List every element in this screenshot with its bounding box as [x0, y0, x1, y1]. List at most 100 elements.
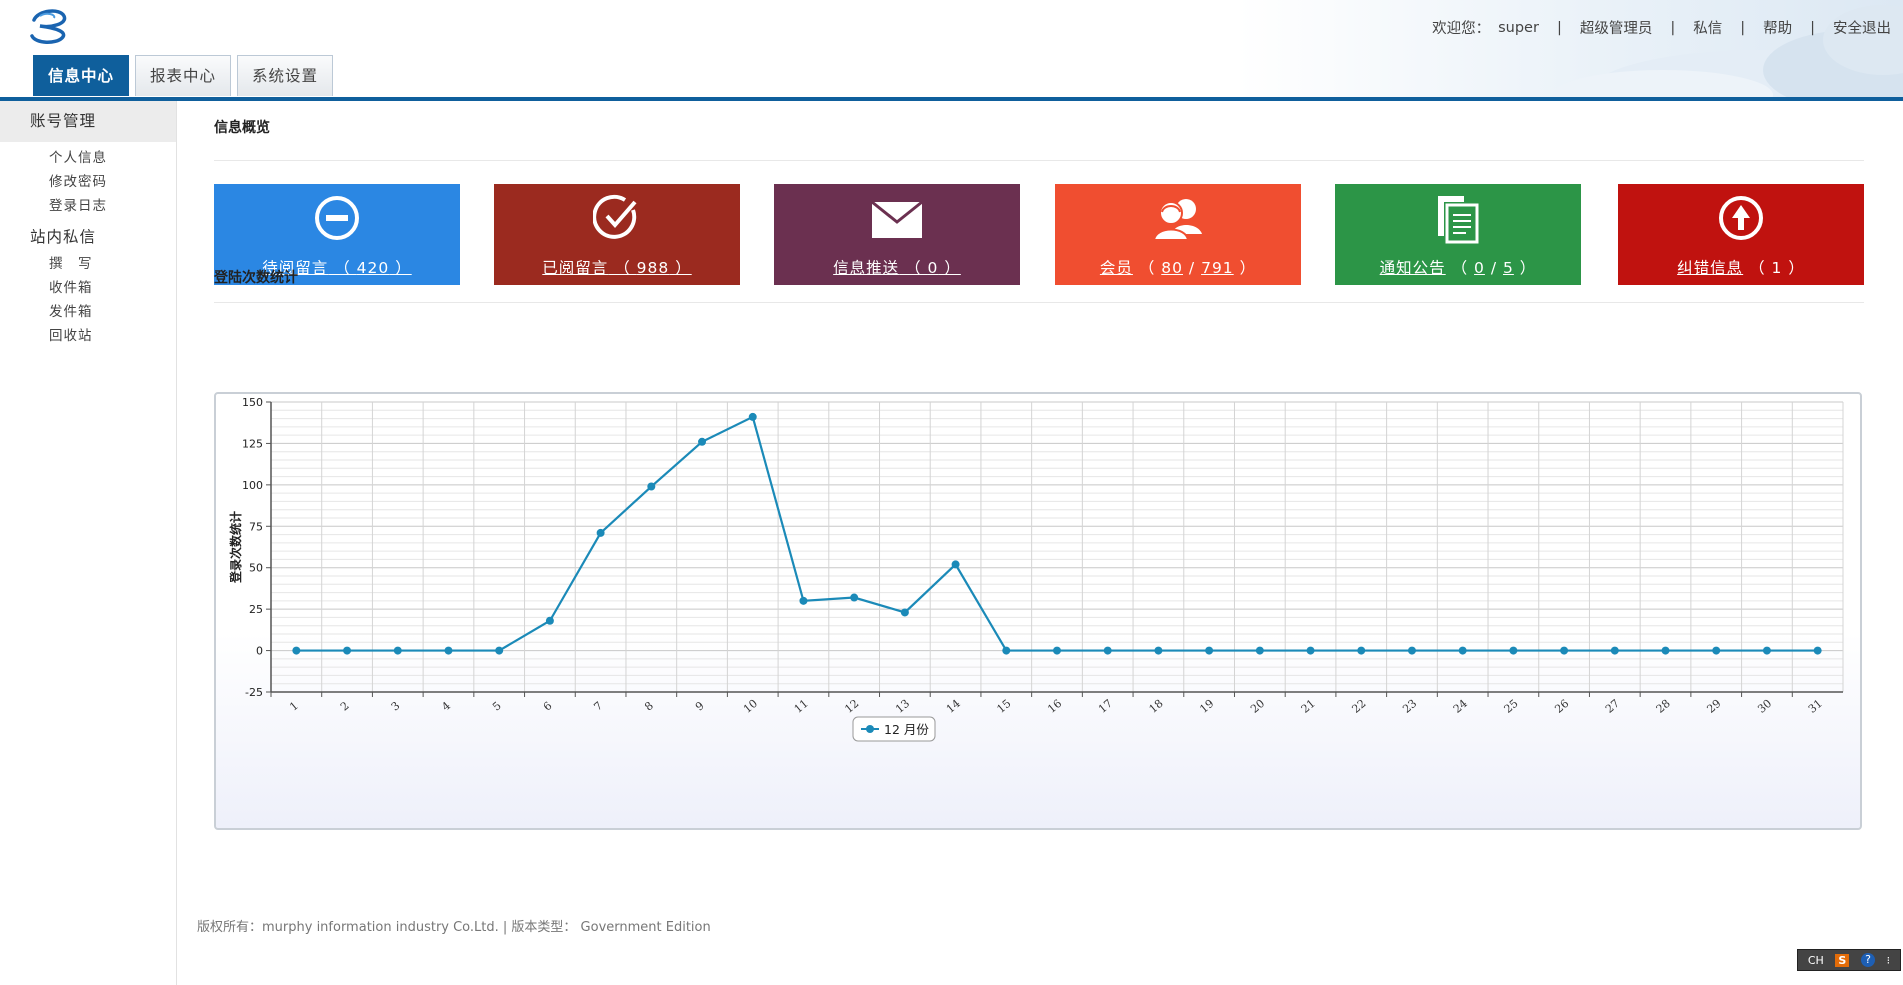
card-count: 420 [356, 259, 390, 277]
card-label: 通知公告 [1379, 259, 1446, 277]
ime-toolbar[interactable]: CH S ? ⁝ [1797, 949, 1901, 971]
legend-marker [866, 725, 874, 733]
data-point [1610, 646, 1619, 655]
data-point [1560, 646, 1569, 655]
main-content: 信息概览 待阅留言 （ 420 ） 已阅留言 （ 988 ） 信息推送 （ 0 [177, 101, 1903, 985]
check-circle-icon [593, 194, 637, 239]
sogou-icon[interactable]: S [1835, 953, 1850, 967]
y-tick-label: -25 [245, 686, 263, 699]
card-count-a: 0 [1474, 259, 1485, 277]
x-tick-label: 10 [741, 697, 760, 716]
data-point [951, 560, 960, 569]
header: 欢迎您： super | 超级管理员 | 私信 | 帮助 | 安全退出 信息中心… [0, 0, 1903, 97]
overview-divider [214, 160, 1864, 161]
up-arrow-circle-icon [1719, 196, 1763, 240]
data-point [1306, 646, 1315, 655]
login-stats-title: 登陆次数统计 [214, 270, 298, 286]
sidebar-group-messages[interactable]: 站内私信 [0, 222, 176, 252]
x-tick-label: 30 [1755, 697, 1774, 716]
tab-report-center[interactable]: 报表中心 [135, 55, 232, 96]
x-tick-label: 6 [541, 699, 555, 713]
x-tick-label: 26 [1552, 697, 1571, 716]
x-tick-label: 27 [1603, 697, 1622, 716]
documents-icon [1438, 196, 1479, 244]
data-point [1154, 646, 1163, 655]
line-chart: -2502550751001251501 2 3 4 5 6 7 8 9 10 11 12 13 14 15… [228, 396, 1844, 742]
messages-link[interactable]: 私信 [1693, 17, 1722, 38]
x-tick-label: 13 [893, 697, 912, 716]
x-tick-label: 5 [490, 699, 504, 713]
tab-system-settings[interactable]: 系统设置 [237, 55, 334, 96]
welcome-label: 欢迎您： [1432, 21, 1491, 37]
data-point [1053, 646, 1061, 655]
card-count: 0 [927, 259, 939, 277]
y-tick-label: 50 [249, 562, 263, 575]
x-tick-label: 9 [693, 699, 707, 713]
envelope-icon [871, 200, 923, 238]
card-label: 已阅留言 [542, 259, 609, 277]
ime-lang[interactable]: CH [1808, 954, 1824, 967]
footer-copyright: 版权所有：murphy information industry Co.Ltd.… [197, 920, 711, 935]
sidebar-item-trash[interactable]: 回收站 [0, 324, 176, 348]
x-tick-label: 21 [1299, 697, 1318, 716]
x-tick-label: 3 [389, 699, 403, 713]
x-tick-label: 16 [1045, 697, 1064, 716]
x-tick-label: 29 [1704, 697, 1723, 716]
sidebar-group-account[interactable]: 账号管理 [0, 101, 176, 142]
legend-label: 12 月份 [884, 722, 929, 737]
data-point [495, 646, 504, 655]
overview-cards: 待阅留言 （ 420 ） 已阅留言 （ 988 ） 信息推送 （ 0 ） 会员 … [214, 184, 1864, 285]
sidebar-item-login-log[interactable]: 登录日志 [0, 194, 176, 218]
card-info-push[interactable]: 信息推送 （ 0 ） [774, 184, 1020, 285]
sidebar-item-profile[interactable]: 个人信息 [0, 146, 176, 170]
users-icon [1152, 199, 1202, 241]
data-point [1458, 646, 1467, 655]
card-notices[interactable]: 通知公告 （ 0 / 5 ） [1335, 184, 1581, 285]
data-point [444, 646, 453, 655]
card-read-messages[interactable]: 已阅留言 （ 988 ） [494, 184, 740, 285]
data-point [1509, 646, 1518, 655]
login-chart: -25 0 25 50 75 100 125 150 1 2 3 4 5 6 7 8 9 10 11 12 13 14 15… [214, 392, 1862, 830]
card-members[interactable]: 会员 （ 80 / 791 ） [1055, 184, 1301, 285]
x-tick-label: 20 [1248, 697, 1267, 716]
sidebar-item-outbox[interactable]: 发件箱 [0, 300, 176, 324]
x-tick-label: 22 [1349, 697, 1368, 716]
x-tick-label: 1 [287, 699, 301, 713]
logout-link[interactable]: 安全退出 [1833, 17, 1891, 38]
data-point [1762, 646, 1771, 655]
x-tick-label: 15 [995, 697, 1014, 716]
chevron-down-icon[interactable]: ⁝ [1887, 954, 1891, 967]
x-tick-label: 18 [1147, 697, 1166, 716]
role-link[interactable]: 超级管理员 [1580, 17, 1653, 38]
data-point [748, 412, 757, 421]
data-point [1255, 646, 1264, 655]
data-point [393, 646, 402, 655]
x-tick-label: 14 [944, 697, 963, 716]
x-tick-label: 17 [1096, 697, 1115, 716]
sidebar: 账号管理 个人信息 修改密码 登录日志 站内私信 撰 写 收件箱 发件箱 回收站 [0, 101, 177, 985]
data-point [850, 593, 859, 602]
data-point [1205, 646, 1214, 655]
data-point [698, 437, 707, 446]
data-point [596, 528, 605, 537]
help-icon[interactable]: ? [1860, 953, 1875, 967]
card-corrections[interactable]: 纠错信息 （ 1 ） [1618, 184, 1864, 285]
login-stats-divider [214, 302, 1864, 303]
help-link[interactable]: 帮助 [1763, 17, 1792, 38]
sidebar-item-inbox[interactable]: 收件箱 [0, 276, 176, 300]
data-point [900, 608, 909, 617]
x-tick-label: 7 [592, 699, 606, 713]
card-count: 988 [636, 259, 670, 277]
data-point [1813, 646, 1822, 655]
tab-info-center[interactable]: 信息中心 [33, 55, 130, 96]
sidebar-item-compose[interactable]: 撰 写 [0, 252, 176, 276]
card-label: 纠错信息 [1677, 259, 1744, 277]
data-point [1712, 646, 1721, 655]
y-tick-label: 125 [242, 437, 263, 450]
data-point [1002, 646, 1011, 655]
cloud-decoration [1553, 5, 1903, 97]
data-point [1407, 646, 1416, 655]
y-tick-label: 0 [256, 645, 263, 658]
sidebar-item-change-password[interactable]: 修改密码 [0, 170, 176, 194]
y-axis-label: 登录次数统计 [228, 511, 243, 584]
